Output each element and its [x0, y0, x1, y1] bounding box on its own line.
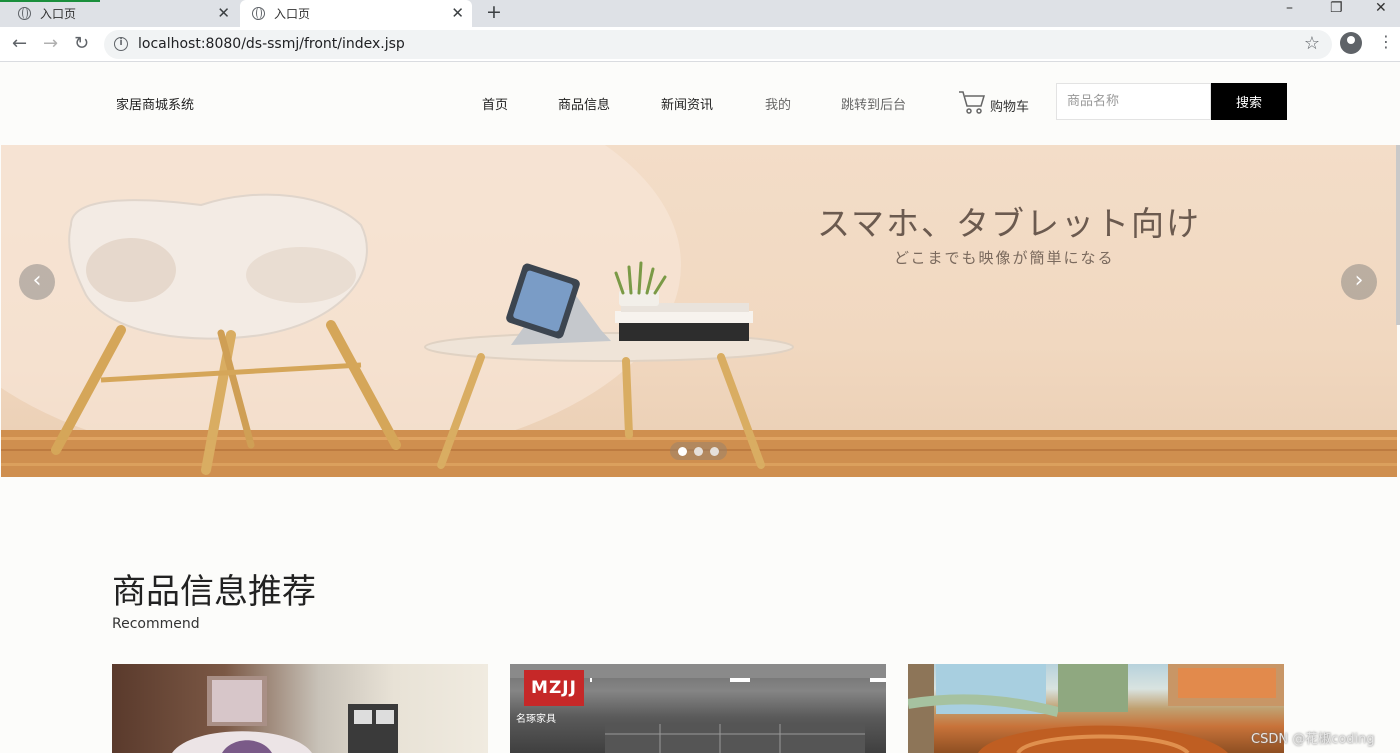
nav-products[interactable]: 商品信息 [558, 94, 610, 113]
product-card[interactable]: MZJJ 名琢家具 [510, 664, 886, 753]
carousel-dot-2[interactable] [693, 446, 703, 456]
cart-icon [959, 91, 986, 114]
tab-title: 入口页 [274, 7, 311, 21]
product-image [172, 676, 398, 753]
address-bar[interactable]: i localhost:8080/ds-ssmj/front/index.jsp… [104, 30, 1332, 59]
globe-icon [252, 7, 265, 20]
browser-tab-2[interactable]: 入口页 ✕ [240, 0, 472, 27]
carousel-dot-1[interactable] [678, 446, 688, 456]
forward-icon[interactable]: → [43, 34, 58, 54]
back-icon[interactable]: ← [12, 34, 27, 54]
cart-label: 购物车 [990, 100, 1030, 115]
product-card[interactable] [908, 664, 1284, 753]
browser-tab-bar: 入口页 ✕ 入口页 ✕ + – ❐ ✕ [0, 0, 1400, 27]
section-title: 商品信息推荐 [112, 572, 316, 612]
new-tab-button[interactable]: + [486, 1, 502, 23]
carousel-dot-3[interactable] [709, 446, 719, 456]
tab-title: 入口页 [40, 7, 77, 21]
url-text[interactable]: localhost:8080/ds-ssmj/front/index.jsp [138, 36, 405, 52]
reload-icon[interactable]: ↻ [74, 34, 89, 54]
nav-news[interactable]: 新闻资讯 [661, 94, 713, 113]
banner-subtitle: どこまでも映像が簡単になる [894, 249, 1115, 267]
site-header: 家居商城系统 首页 商品信息 新闻资讯 我的 跳转到后台 购物车 搜索 [0, 63, 1400, 145]
minimize-button[interactable]: – [1286, 1, 1293, 15]
bookmark-star-icon[interactable]: ☆ [1304, 33, 1320, 54]
search-input[interactable] [1056, 83, 1211, 120]
search-button[interactable]: 搜索 [1211, 83, 1287, 120]
product-image [908, 664, 1284, 753]
profile-avatar-icon[interactable] [1340, 32, 1362, 54]
browser-tab-1[interactable]: 入口页 ✕ [0, 0, 238, 27]
banner-image [1, 145, 1397, 477]
browser-toolbar: ← → ↻ i localhost:8080/ds-ssmj/front/ind… [0, 27, 1400, 62]
brand-logo: MZJJ 名琢家具 [516, 670, 584, 725]
nav-mine[interactable]: 我的 [765, 94, 791, 113]
globe-icon [18, 7, 31, 20]
site-logo[interactable]: 家居商城系统 [116, 94, 194, 113]
close-tab-icon[interactable]: ✕ [217, 4, 230, 22]
browser-menu-icon[interactable]: ⋮ [1378, 33, 1394, 51]
nav-home[interactable]: 首页 [482, 94, 508, 113]
nav-admin[interactable]: 跳转到后台 [841, 94, 906, 113]
section-subtitle: Recommend [112, 616, 200, 632]
brand-logo-text: 名琢家具 [516, 714, 556, 725]
watermark: CSDN @花椒coding [1251, 732, 1375, 747]
info-icon[interactable]: i [114, 37, 128, 51]
carousel-indicators [670, 442, 727, 460]
cart-link[interactable]: 购物车 [958, 89, 1029, 115]
banner-title: スマホ、タブレット向け [817, 204, 1202, 243]
product-card[interactable] [112, 664, 488, 753]
carousel-prev-button[interactable]: ‹ [19, 264, 55, 300]
restore-button[interactable]: ❐ [1330, 1, 1343, 15]
carousel-next-button[interactable]: › [1341, 264, 1377, 300]
page-scrollbar-thumb[interactable] [1396, 145, 1400, 325]
close-window-button[interactable]: ✕ [1375, 1, 1387, 15]
banner-carousel: スマホ、タブレット向け どこまでも映像が簡単になる ‹ › [1, 145, 1397, 477]
brand-logo-mark: MZJJ [524, 670, 584, 706]
close-tab-icon[interactable]: ✕ [451, 4, 464, 22]
